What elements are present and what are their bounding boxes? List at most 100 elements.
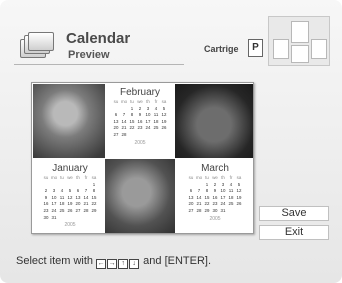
day-cell: 15	[91, 194, 97, 200]
day-cell: 27	[113, 131, 119, 137]
day-cell: 12	[67, 194, 73, 200]
weekday-label: we	[212, 175, 218, 180]
instruction-suffix: and [ENTER].	[143, 255, 212, 267]
calendar-stack-icon	[20, 32, 54, 58]
day-cell: 30	[212, 207, 218, 213]
arrow-left-key-icon: ←	[96, 259, 107, 269]
day-cell: 6	[114, 112, 118, 118]
page-title: Calendar	[66, 30, 131, 47]
day-cell: 11	[228, 188, 234, 194]
month-grid: su mo tu we th fr sa 1 2 3 4 5 6 7 8 9 10 11 12 13 14 15 16 17 1…	[112, 99, 168, 139]
calendar-march: March su mo tu we th fr sa 1 2 3 4 5 6 7 8 9 10 11 12 13 14 1…	[181, 163, 249, 233]
instruction-text: Select item with ← → ↑ ↓ and [ENTER].	[16, 255, 211, 269]
day-cell: 6	[189, 188, 193, 194]
day-cell: 13	[188, 194, 194, 200]
day-cell: 24	[51, 207, 57, 213]
month-grid: su mo tu we th fr sa 1 2 3 4 5 6 7 8 9 10 11 12 13 14 15 16 17 1…	[187, 175, 243, 215]
month-name: March	[201, 163, 229, 174]
day-cell: 25	[153, 125, 159, 131]
day-cell: 15	[129, 118, 135, 124]
day-cell	[82, 182, 90, 189]
day-cell	[74, 215, 82, 222]
day-cell: 14	[121, 118, 127, 124]
weekday-label: sa	[161, 99, 167, 104]
weekday-label: fr	[229, 175, 233, 180]
page-subtitle: Preview	[68, 49, 110, 61]
weekday-label: we	[67, 175, 73, 180]
day-cell	[82, 215, 90, 222]
day-cell	[152, 132, 160, 139]
day-cell	[112, 106, 120, 113]
weekday-label: su	[113, 99, 119, 104]
day-cell: 3	[52, 188, 56, 194]
day-cell: 19	[67, 201, 73, 207]
year-label: 2005	[209, 215, 221, 222]
day-cell	[58, 182, 66, 189]
day-cell: 1	[92, 181, 96, 187]
day-cell: 21	[121, 125, 127, 131]
weekday-label: sa	[91, 175, 97, 180]
dog-photo	[105, 159, 175, 233]
cartridge-indicator: P	[248, 39, 263, 57]
day-cell	[42, 182, 50, 189]
day-cell: 28	[121, 131, 127, 137]
cartridge-label: Cartrige	[204, 44, 239, 54]
day-cell: 7	[122, 112, 126, 118]
arrow-down-key-icon: ↓	[129, 259, 140, 269]
day-cell: 13	[113, 118, 119, 124]
day-cell: 2	[138, 105, 142, 111]
screen: Calendar Preview Cartrige P February su m…	[0, 0, 342, 283]
day-cell: 3	[146, 105, 150, 111]
calendar-january: January su mo tu we th fr sa 1 2 3 4 5 6 7 8 9 10 11 12 13 1…	[38, 163, 102, 233]
day-cell: 9	[138, 112, 142, 118]
day-cell: 7	[84, 188, 88, 194]
day-cell: 4	[60, 188, 64, 194]
day-cell: 29	[91, 207, 97, 213]
cat-photo	[33, 84, 105, 158]
day-cell: 24	[220, 201, 226, 207]
day-cell: 8	[205, 188, 209, 194]
day-cell: 21	[83, 201, 89, 207]
day-cell: 18	[59, 201, 65, 207]
weekday-label: mo	[120, 99, 128, 104]
day-cell: 23	[212, 201, 218, 207]
day-cell: 31	[220, 207, 226, 213]
day-cell: 20	[188, 201, 194, 207]
day-cell: 3	[221, 181, 225, 187]
day-cell: 20	[113, 125, 119, 131]
day-cell: 2	[213, 181, 217, 187]
day-cell	[120, 106, 128, 113]
day-cell	[90, 215, 98, 222]
weekday-label: su	[43, 175, 49, 180]
day-cell: 10	[220, 188, 226, 194]
day-cell: 10	[145, 112, 151, 118]
day-cell: 10	[51, 194, 57, 200]
day-cell: 26	[236, 201, 242, 207]
day-cell: 18	[153, 118, 159, 124]
year-label: 2005	[134, 139, 146, 146]
weekday-label: we	[137, 99, 143, 104]
day-cell	[66, 182, 74, 189]
shiba-photo	[175, 84, 253, 158]
day-cell	[195, 182, 203, 189]
day-cell: 9	[213, 188, 217, 194]
weekday-label: mo	[50, 175, 58, 180]
exit-button[interactable]: Exit	[259, 225, 329, 240]
day-cell: 8	[92, 188, 96, 194]
day-cell	[66, 215, 74, 222]
day-cell: 4	[154, 105, 158, 111]
day-cell: 28	[196, 207, 202, 213]
weekday-label: sa	[236, 175, 242, 180]
day-cell: 18	[228, 194, 234, 200]
day-cell: 26	[161, 125, 167, 131]
day-cell	[235, 208, 243, 215]
day-cell: 19	[236, 194, 242, 200]
day-cell: 23	[137, 125, 143, 131]
day-cell: 23	[43, 207, 49, 213]
day-cell	[136, 132, 144, 139]
month-name: February	[119, 87, 160, 98]
weekday-label: fr	[154, 99, 158, 104]
day-cell: 31	[51, 214, 57, 220]
day-cell	[74, 182, 82, 189]
save-button[interactable]: Save	[259, 206, 329, 221]
